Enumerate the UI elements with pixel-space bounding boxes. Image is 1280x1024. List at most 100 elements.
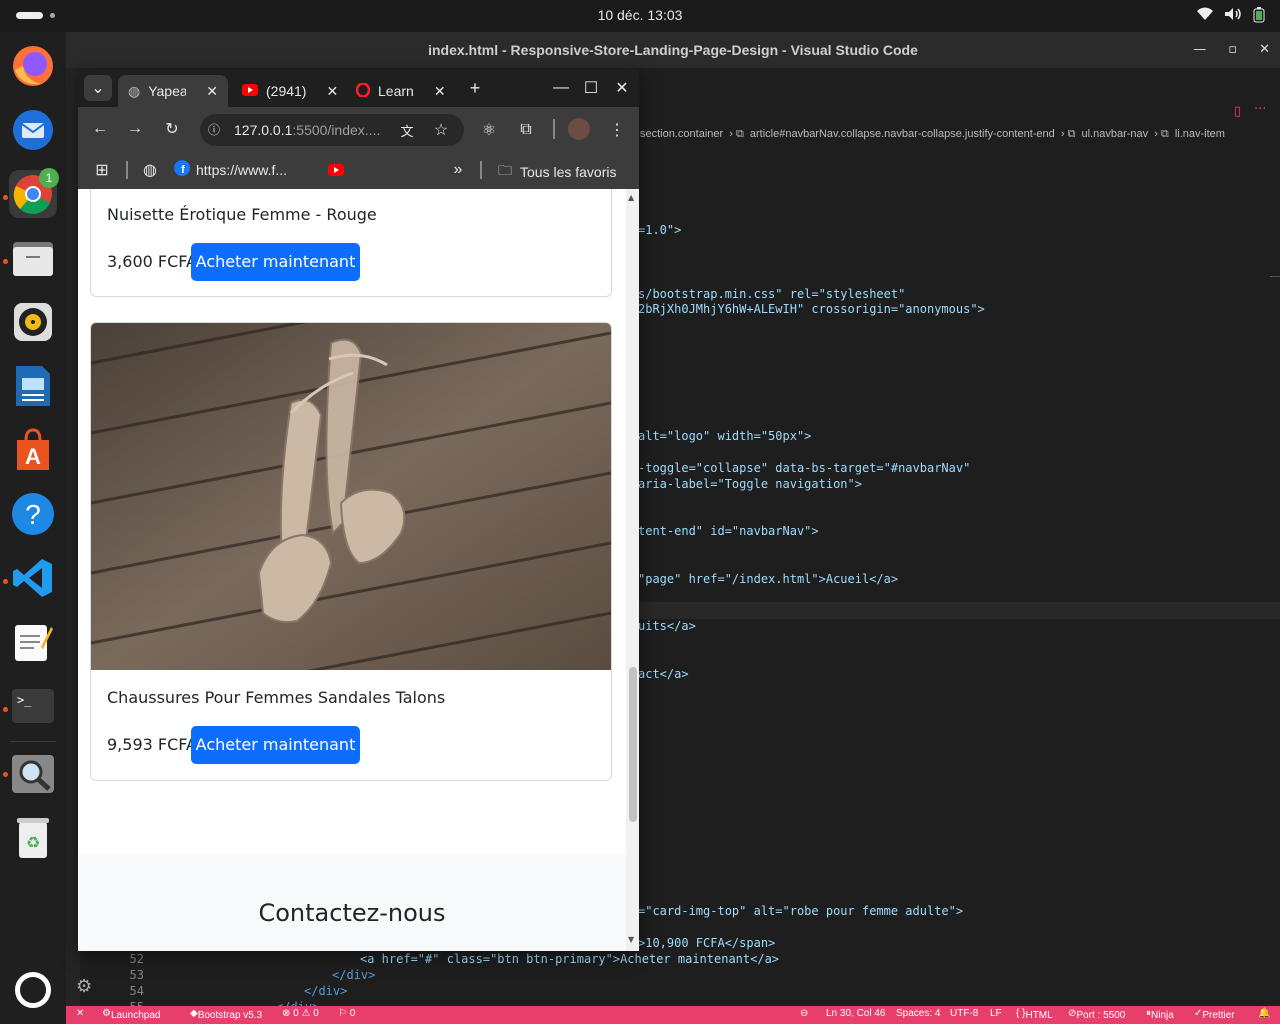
new-tab-icon[interactable]: +: [464, 77, 486, 99]
trash-icon[interactable]: ♻: [9, 814, 57, 862]
text-editor-icon[interactable]: [9, 618, 57, 666]
status-eol[interactable]: LF: [990, 1008, 1002, 1019]
scroll-down-icon[interactable]: ▼: [628, 935, 634, 944]
forward-icon[interactable]: →: [123, 117, 147, 141]
settings-gear-icon[interactable]: ⚙: [76, 976, 92, 997]
code-fragment[interactable]: s/bootstrap.min.css" rel="stylesheet": [638, 287, 905, 301]
bookmark-star-icon[interactable]: ☆: [430, 119, 452, 141]
status-ninja[interactable]: ⏸ Ninja: [1146, 1008, 1174, 1021]
globe-bookmark-icon[interactable]: ◍: [140, 160, 160, 180]
notifications-icon[interactable]: 🔔: [1258, 1008, 1270, 1019]
remote-indicator[interactable]: ✕: [76, 1008, 84, 1019]
code-fragment[interactable]: >10,900 FCFA</span>: [638, 936, 775, 950]
status-spaces[interactable]: Spaces: 4: [896, 1008, 940, 1019]
vscode-icon[interactable]: [9, 554, 57, 602]
libreoffice-writer-icon[interactable]: [9, 362, 57, 410]
react-devtools-icon[interactable]: ⚛: [478, 119, 500, 141]
breadcrumb-item[interactable]: ul.navbar-nav: [1081, 128, 1148, 140]
more-actions-icon[interactable]: ···: [1254, 102, 1266, 117]
scroll-thumb[interactable]: [629, 667, 637, 822]
breadcrumb-item[interactable]: li.nav-item: [1175, 128, 1225, 140]
code-fragment[interactable]: aria-label="Toggle navigation">: [638, 477, 862, 491]
firefox-icon[interactable]: [9, 42, 57, 90]
code-fragment[interactable]: ="card-img-top" alt="robe pour femme adu…: [638, 904, 963, 918]
tab-search-icon[interactable]: ⌄: [84, 75, 112, 101]
buy-now-button[interactable]: Acheter maintenant: [191, 726, 360, 764]
maximize-icon[interactable]: ▫: [1228, 32, 1237, 68]
tab-learn[interactable]: Learn ✕: [346, 75, 456, 107]
breadcrumb: section.container › ⧉ article#navbarNav.…: [640, 128, 1225, 140]
status-encoding[interactable]: UTF-8: [950, 1008, 978, 1019]
close-tab-icon[interactable]: ✕: [206, 83, 218, 100]
code-line[interactable]: </div>: [304, 984, 347, 998]
clock[interactable]: 10 déc. 13:03: [0, 7, 1280, 23]
all-bookmarks[interactable]: 🗀 Tous les favoris: [498, 160, 616, 184]
svg-text:?: ?: [25, 499, 41, 530]
thunderbird-icon[interactable]: [9, 106, 57, 154]
code-fragment[interactable]: act</a>: [638, 667, 689, 681]
search-icon[interactable]: [9, 750, 57, 798]
code-fragment[interactable]: "page" href="/index.html">Acueil</a>: [638, 572, 898, 586]
close-tab-icon[interactable]: ✕: [434, 83, 446, 100]
tab-youtube[interactable]: (2941) ✕: [232, 75, 342, 107]
status-bootstrap[interactable]: ◆ Bootstrap v5.3: [190, 1008, 262, 1021]
scroll-up-icon[interactable]: ▲: [628, 193, 634, 202]
app-center-icon[interactable]: A: [9, 426, 57, 474]
site-info-icon[interactable]: ⓘ: [206, 121, 222, 137]
files-icon[interactable]: [9, 234, 57, 282]
close-tab-icon[interactable]: ✕: [326, 83, 338, 100]
close-icon[interactable]: ✕: [1259, 32, 1270, 68]
profile-avatar[interactable]: [568, 118, 590, 140]
code-fragment[interactable]: 2bRjXh0JMhjY6hW+ALEwIH" crossorigin="ano…: [638, 302, 985, 316]
volume-icon[interactable]: [1224, 7, 1242, 27]
address-bar[interactable]: 127.0.0.1:5500/index....: [200, 114, 464, 146]
status-launchpad[interactable]: ⚙ Launchpad: [102, 1008, 160, 1021]
status-language[interactable]: { } HTML: [1016, 1008, 1053, 1021]
close-window-icon[interactable]: ✕: [611, 77, 633, 99]
wifi-icon[interactable]: [1196, 7, 1214, 27]
status-ports[interactable]: ⚐ 0: [338, 1008, 355, 1019]
status-prettier[interactable]: ✓ Prettier: [1194, 1008, 1235, 1021]
breadcrumb-item[interactable]: section.container: [640, 128, 723, 140]
status-live-server[interactable]: ⊘ Port : 5500: [1068, 1008, 1125, 1021]
vscode-window-controls: — ▫ ✕: [1193, 32, 1270, 68]
split-editor-icon[interactable]: ▯: [1234, 104, 1241, 119]
menu-icon[interactable]: ⋮: [606, 119, 628, 141]
status-problems[interactable]: ⊗ 0 ⚠ 0: [282, 1008, 319, 1019]
more-bookmarks-icon[interactable]: »: [448, 160, 468, 180]
bookmark-facebook[interactable]: f https://www.f...: [174, 160, 287, 179]
chrome-icon[interactable]: 1: [9, 168, 59, 218]
code-fragment[interactable]: alt="logo" width="50px">: [638, 429, 811, 443]
terminal-icon[interactable]: >_: [9, 682, 57, 730]
maximize-icon[interactable]: ☐: [580, 77, 602, 99]
apps-icon[interactable]: ⊞: [92, 160, 112, 180]
ubuntu-apps-icon[interactable]: [15, 972, 51, 1008]
svg-text:f: f: [181, 164, 185, 176]
product-image[interactable]: [91, 323, 611, 670]
minimize-icon[interactable]: —: [550, 77, 572, 99]
minimize-icon[interactable]: —: [1193, 32, 1206, 68]
product-title: Chaussures Pour Femmes Sandales Talons: [107, 688, 446, 707]
breadcrumb-item[interactable]: article#navbarNav.collapse.navbar-collap…: [750, 128, 1055, 140]
status-position[interactable]: Ln 30, Col 46: [826, 1008, 886, 1019]
code-fragment[interactable]: uits</a>: [638, 619, 696, 633]
code-fragment[interactable]: =1.0">: [638, 223, 681, 237]
battery-icon[interactable]: [1252, 7, 1266, 27]
zoom-icon[interactable]: ⊖: [800, 1008, 808, 1019]
code-line[interactable]: <a href="#" class="btn btn-primary">Ache…: [360, 952, 779, 966]
system-tray[interactable]: [1196, 7, 1266, 27]
buy-now-button[interactable]: Acheter maintenant: [191, 243, 360, 281]
translate-icon[interactable]: 文: [396, 119, 418, 141]
youtube-bookmark-icon[interactable]: [326, 161, 346, 179]
tab-yapea[interactable]: ◍ Yapea ✕: [118, 75, 228, 107]
help-icon[interactable]: ?: [9, 490, 57, 538]
page-scrollbar[interactable]: ▲ ▼: [626, 189, 639, 951]
rhythmbox-icon[interactable]: [9, 298, 57, 346]
code-fragment[interactable]: tent-end" id="navbarNav">: [638, 524, 819, 538]
back-icon[interactable]: ←: [88, 117, 112, 141]
extensions-icon[interactable]: ⧉: [515, 119, 537, 141]
code-line[interactable]: </div>: [332, 968, 375, 982]
opera-icon: [355, 81, 371, 100]
reload-icon[interactable]: ↻: [160, 117, 184, 141]
code-fragment[interactable]: -toggle="collapse" data-bs-target="#navb…: [638, 461, 970, 475]
